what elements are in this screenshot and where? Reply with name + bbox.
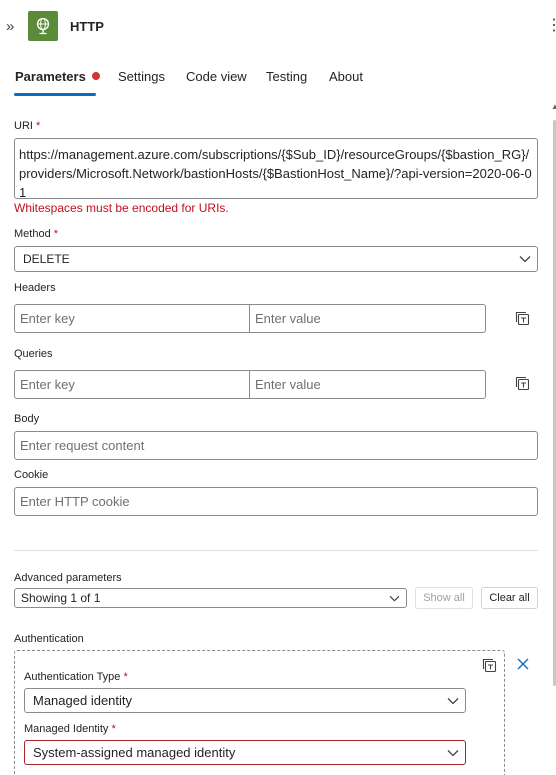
section-divider bbox=[14, 550, 538, 551]
panel-header: » HTTP ⋮ bbox=[0, 0, 556, 56]
active-tab-indicator bbox=[14, 93, 96, 96]
headers-label: Headers bbox=[14, 282, 56, 294]
clear-all-button[interactable]: Clear all bbox=[481, 587, 538, 609]
method-label: Method * bbox=[14, 228, 59, 240]
scroll-up-icon[interactable]: ▲ bbox=[551, 102, 556, 111]
uri-label: URI * bbox=[14, 120, 41, 132]
tab-parameters-label: Parameters bbox=[15, 69, 86, 84]
tab-bar: Parameters Settings Code view Testing Ab… bbox=[0, 64, 556, 98]
show-all-button[interactable]: Show all bbox=[415, 587, 473, 609]
managed-identity-value: System-assigned managed identity bbox=[33, 745, 236, 760]
http-globe-icon bbox=[28, 11, 58, 41]
authentication-type-value: Managed identity bbox=[33, 693, 133, 708]
error-indicator-icon bbox=[91, 72, 100, 80]
queries-label: Queries bbox=[14, 348, 53, 360]
authentication-type-dropdown[interactable]: Managed identity bbox=[24, 688, 466, 713]
query-value-input[interactable] bbox=[250, 370, 486, 399]
tab-about[interactable]: About bbox=[329, 69, 363, 84]
method-value: DELETE bbox=[23, 252, 70, 266]
body-input[interactable] bbox=[14, 431, 538, 460]
authentication-label: Authentication bbox=[14, 633, 84, 645]
advanced-parameters-dropdown[interactable]: Showing 1 of 1 bbox=[14, 588, 407, 608]
tab-code-view[interactable]: Code view bbox=[186, 69, 247, 84]
advanced-parameters-value: Showing 1 of 1 bbox=[21, 591, 101, 605]
body-label: Body bbox=[14, 413, 40, 425]
chevron-down-icon bbox=[513, 255, 537, 263]
advanced-parameters-label: Advanced parameters bbox=[14, 572, 122, 584]
tab-testing[interactable]: Testing bbox=[266, 69, 307, 84]
close-icon[interactable] bbox=[514, 655, 532, 673]
uri-input[interactable]: https://management.azure.com/subscriptio… bbox=[14, 138, 538, 200]
switch-to-text-mode-icon[interactable] bbox=[514, 310, 532, 328]
switch-to-text-mode-icon[interactable] bbox=[514, 375, 532, 393]
chevron-down-icon bbox=[441, 749, 465, 757]
header-key-input[interactable] bbox=[14, 304, 250, 333]
authentication-type-label: Authentication Type * bbox=[24, 671, 128, 683]
cookie-input[interactable] bbox=[14, 487, 538, 516]
managed-identity-dropdown[interactable]: System-assigned managed identity bbox=[24, 740, 466, 765]
collapse-panel-icon[interactable]: » bbox=[6, 18, 22, 36]
more-options-icon[interactable]: ⋮ bbox=[546, 17, 556, 37]
tab-parameters[interactable]: Parameters bbox=[15, 69, 100, 84]
query-key-input[interactable] bbox=[14, 370, 250, 399]
tab-settings[interactable]: Settings bbox=[118, 69, 165, 84]
panel-title: HTTP bbox=[70, 19, 104, 34]
header-value-input[interactable] bbox=[250, 304, 486, 333]
managed-identity-label: Managed Identity * bbox=[24, 723, 116, 735]
chevron-down-icon bbox=[382, 595, 406, 602]
chevron-down-icon bbox=[441, 697, 465, 705]
switch-to-text-mode-icon[interactable] bbox=[481, 657, 499, 675]
cookie-label: Cookie bbox=[14, 469, 49, 481]
uri-error-message: Whitespaces must be encoded for URIs. bbox=[14, 201, 229, 215]
method-dropdown[interactable]: DELETE bbox=[14, 246, 538, 272]
